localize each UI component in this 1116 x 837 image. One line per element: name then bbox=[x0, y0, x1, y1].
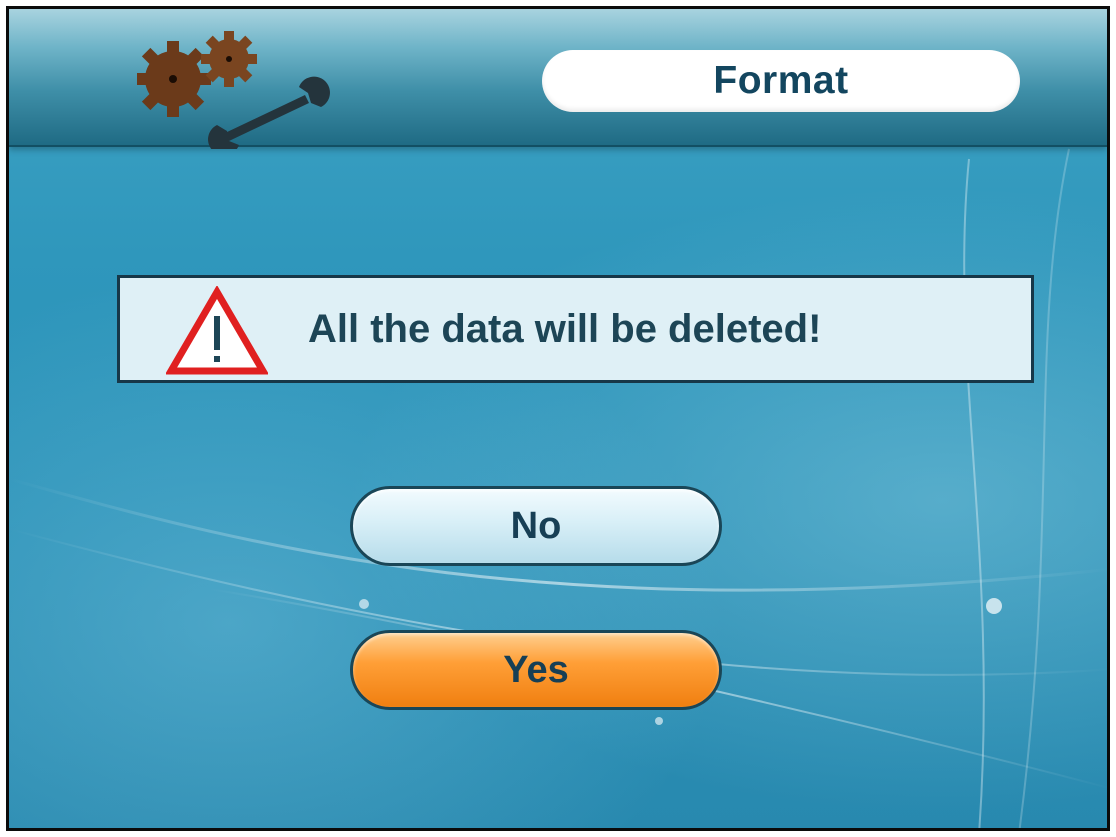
page-title: Format bbox=[713, 59, 849, 102]
format-screen: Format All the data will be deleted! No … bbox=[6, 6, 1110, 831]
no-button[interactable]: No bbox=[350, 486, 722, 566]
gears-wrench-icon bbox=[137, 31, 330, 149]
warning-message: All the data will be deleted! bbox=[308, 306, 822, 351]
warning-triangle-icon bbox=[166, 286, 268, 375]
yes-button-label: Yes bbox=[503, 648, 569, 691]
yes-button[interactable]: Yes bbox=[350, 630, 722, 710]
title-pill: Format bbox=[542, 50, 1020, 112]
header-bar: Format bbox=[9, 9, 1107, 149]
warning-message-box: All the data will be deleted! bbox=[117, 275, 1034, 383]
no-button-label: No bbox=[510, 504, 562, 547]
